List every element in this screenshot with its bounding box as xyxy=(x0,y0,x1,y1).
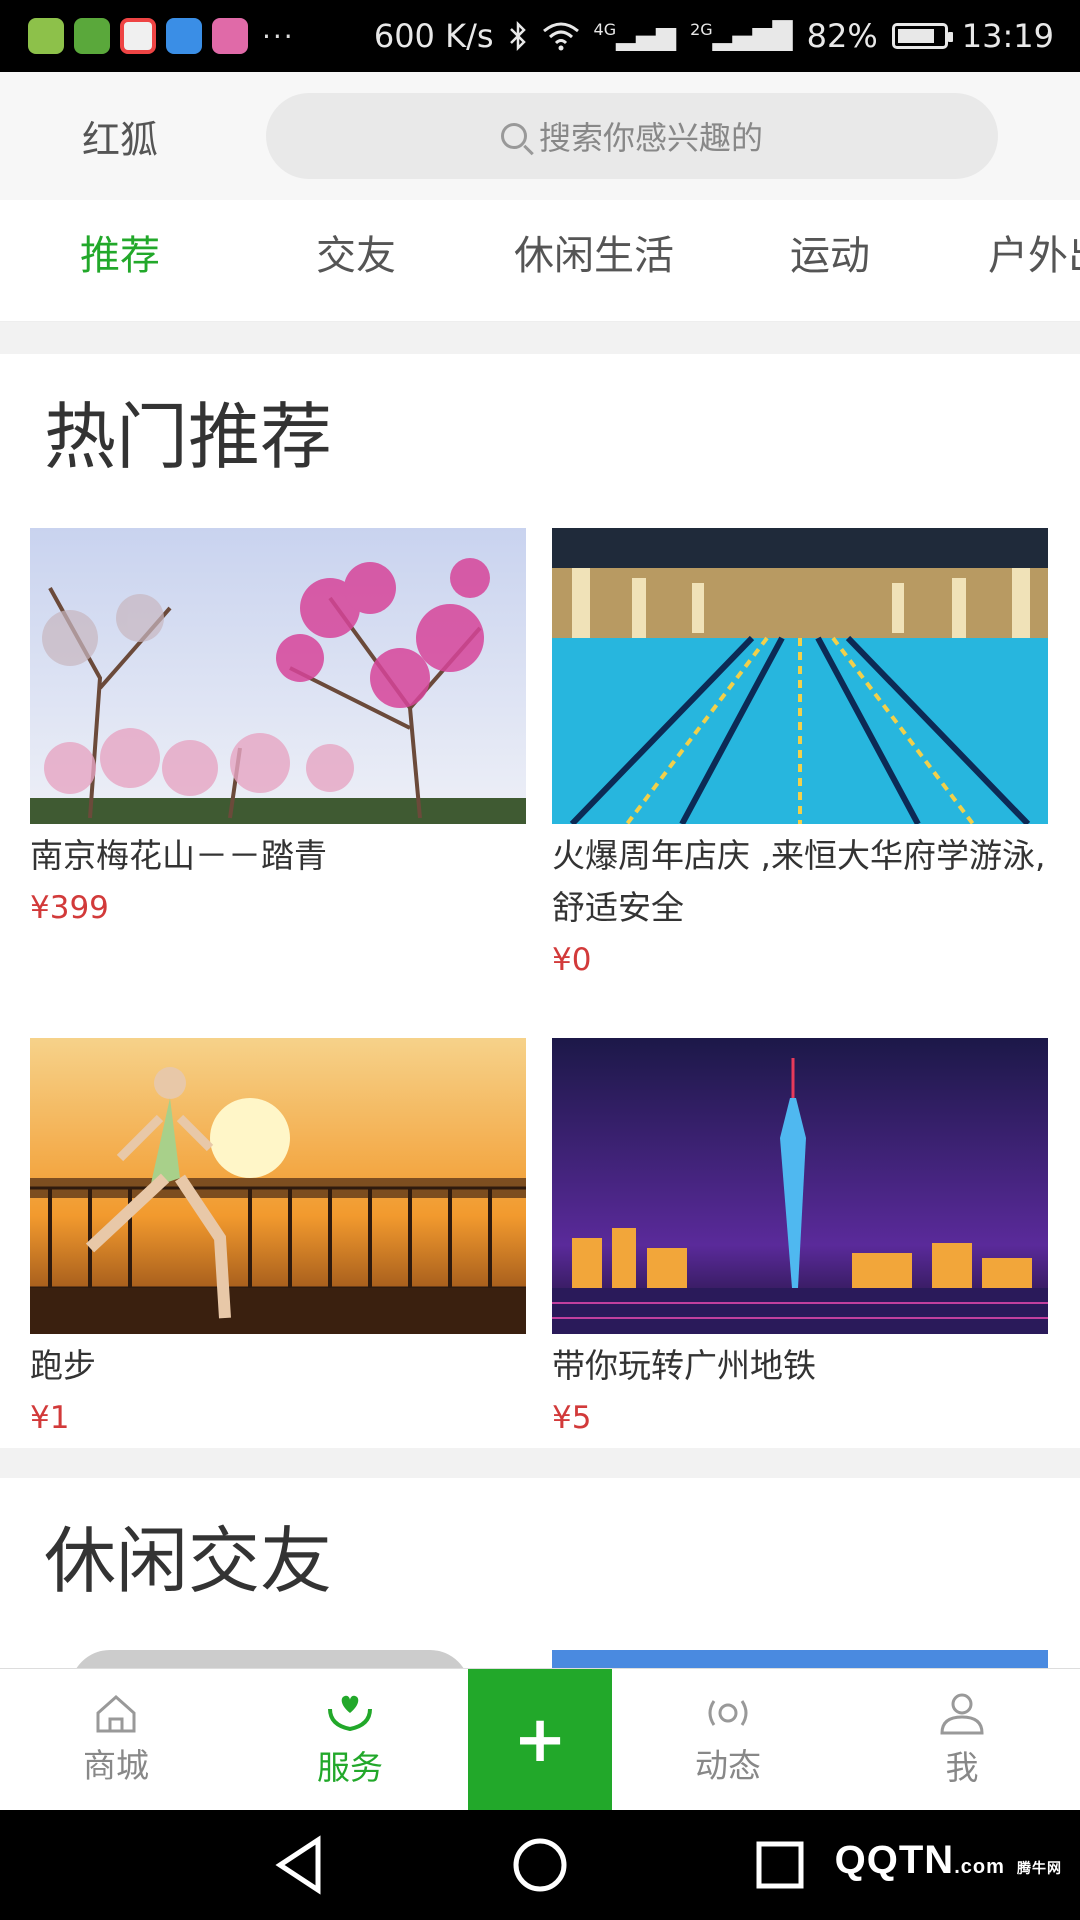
nav-mall[interactable]: 商城 xyxy=(26,1669,206,1811)
leisure-card-image-left[interactable] xyxy=(70,1650,470,1668)
clock: 13:19 xyxy=(961,17,1054,55)
activity-card[interactable]: 跑步 ¥1 xyxy=(30,1038,526,1444)
header: 红狐 搜索你感兴趣的 xyxy=(0,72,1080,200)
bottom-nav: 商城 服务 + 动态 我 xyxy=(0,1668,1080,1811)
tab-sports[interactable]: 运动 xyxy=(790,200,870,321)
tab-recommend[interactable]: 推荐 xyxy=(80,200,160,321)
watermark-tag: 腾牛网 xyxy=(1017,1860,1062,1876)
category-tabs: 推荐 交友 休闲生活 运动 户外出 xyxy=(0,200,1080,322)
activity-price: ¥5 xyxy=(552,1400,592,1436)
activity-card[interactable]: 南京梅花山－－踏青 ¥399 xyxy=(30,528,526,934)
camera-app-icon xyxy=(120,18,156,54)
network-speed: 600 K/s xyxy=(373,17,494,55)
runner-image xyxy=(30,1038,526,1334)
signal-4g-icon: 4G▂▄▆ xyxy=(593,20,677,52)
back-icon[interactable] xyxy=(266,1830,336,1900)
watermark-suffix: .com xyxy=(954,1856,1005,1878)
plus-icon: + xyxy=(513,1703,567,1777)
canton-tower-image xyxy=(552,1038,1048,1334)
battery-level xyxy=(897,29,934,43)
hot-recommend-section: 热门推荐 南京梅花山－－踏青 ¥399 火爆周年店庆 ,来恒大华府学游泳,舒适安… xyxy=(0,354,1080,1448)
activity-price: ¥399 xyxy=(30,890,109,926)
swimming-pool-image xyxy=(552,528,1048,824)
broadcast-icon xyxy=(708,1700,748,1726)
activity-title: 南京梅花山－－踏青 xyxy=(30,836,327,875)
gallery-app-icon xyxy=(212,18,248,54)
leisure-card-image-right[interactable] xyxy=(552,1650,1048,1668)
signal-2g-icon: 2G▂▄▆█ xyxy=(690,20,793,52)
add-button[interactable]: + xyxy=(468,1669,612,1811)
search-placeholder: 搜索你感兴趣的 xyxy=(538,119,763,157)
activity-card[interactable]: 火爆周年店庆 ,来恒大华府学游泳,舒适安全 ¥0 xyxy=(552,528,1048,986)
activity-price: ¥0 xyxy=(552,942,592,978)
browser-app-icon xyxy=(166,18,202,54)
nav-label: 我 xyxy=(945,1748,979,1787)
nav-moments[interactable]: 动态 xyxy=(638,1669,818,1811)
nav-label: 商城 xyxy=(83,1746,149,1785)
section-title: 热门推荐 xyxy=(44,395,333,479)
network-2g-label: 2G xyxy=(690,20,713,40)
system-status: 600 K/s 4G▂▄▆ 2G▂▄▆█ 82% 13:19 xyxy=(374,17,1054,55)
activity-title: 带你玩转广州地铁 xyxy=(552,1346,816,1385)
nav-label: 动态 xyxy=(695,1746,761,1785)
fun-app-icon xyxy=(74,18,110,54)
nav-service[interactable]: 服务 xyxy=(260,1669,440,1811)
activity-title: 跑步 xyxy=(30,1346,96,1385)
more-notifications-icon: ··· xyxy=(262,19,295,53)
search-icon xyxy=(500,123,527,149)
person-icon xyxy=(940,1693,984,1735)
home-button-icon[interactable] xyxy=(505,1830,575,1900)
system-nav-bar: QQTN.com 腾牛网 xyxy=(0,1810,1080,1920)
wifi-icon xyxy=(542,22,579,51)
nav-label: 服务 xyxy=(317,1748,383,1787)
home-icon xyxy=(96,1694,136,1733)
brand-title: 红狐 xyxy=(82,117,159,162)
search-input[interactable]: 搜索你感兴趣的 xyxy=(266,93,998,179)
nav-me[interactable]: 我 xyxy=(872,1669,1052,1811)
network-4g-label: 4G xyxy=(593,20,617,40)
leisure-friends-section: 休闲交友 xyxy=(0,1478,1080,1668)
watermark-logo: QQTN.com 腾牛网 xyxy=(835,1838,1062,1883)
notification-icons: ··· xyxy=(28,18,295,54)
section-title: 休闲交友 xyxy=(44,1519,333,1603)
tab-outdoor[interactable]: 户外出 xyxy=(988,200,1080,321)
tab-leisure[interactable]: 休闲生活 xyxy=(514,200,674,321)
video-app-icon xyxy=(28,18,64,54)
tab-friends[interactable]: 交友 xyxy=(316,200,396,321)
recent-apps-icon[interactable] xyxy=(745,1830,815,1900)
plum-blossom-image xyxy=(30,528,526,824)
activity-price: ¥1 xyxy=(30,1400,70,1436)
battery-icon xyxy=(891,23,953,49)
battery-percent: 82% xyxy=(806,17,878,55)
heart-hands-icon xyxy=(328,1695,372,1732)
bluetooth-icon xyxy=(509,20,526,52)
watermark-text: QQTN xyxy=(834,1838,955,1882)
status-bar: ··· 600 K/s 4G▂▄▆ 2G▂▄▆█ 82% 13:19 xyxy=(0,0,1080,72)
activity-card[interactable]: 带你玩转广州地铁 ¥5 xyxy=(552,1038,1048,1444)
activity-title: 火爆周年店庆 ,来恒大华府学游泳,舒适安全 xyxy=(552,836,1046,927)
